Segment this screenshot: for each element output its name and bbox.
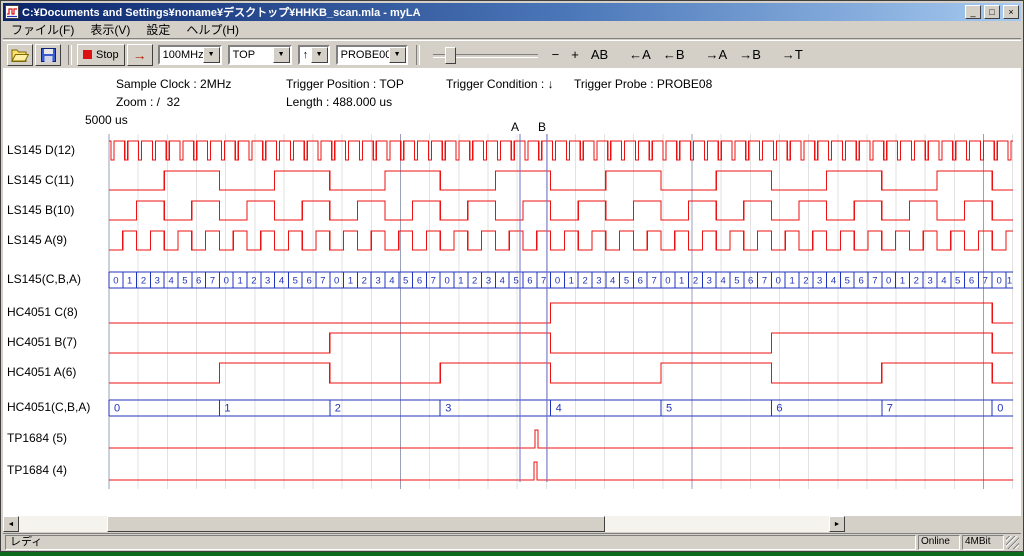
chevron-down-icon[interactable]: ▼: [273, 47, 290, 63]
resize-grip[interactable]: [1006, 536, 1019, 549]
maximize-button[interactable]: □: [984, 5, 1000, 19]
stop-label: Stop: [96, 49, 119, 61]
stop-button[interactable]: Stop: [77, 44, 125, 66]
app-window: C:¥Documents and Settings¥noname¥デスクトップ¥…: [0, 0, 1024, 552]
scrollbar-row: ◄ ►: [3, 516, 1021, 533]
menu-help[interactable]: ヘルプ(H): [178, 20, 247, 39]
jump-right-b-button[interactable]: →B: [734, 44, 766, 66]
floppy-icon: [41, 48, 56, 62]
trigger-edge-value: ↑: [300, 49, 311, 61]
chevron-down-icon[interactable]: ▼: [389, 47, 406, 63]
scroll-left-icon[interactable]: ◄: [3, 516, 19, 532]
probe-select[interactable]: PROBE00 ▼: [336, 45, 408, 65]
slider-thumb[interactable]: [445, 47, 456, 64]
status-online: Online: [918, 535, 960, 550]
open-folder-icon: [11, 48, 29, 62]
menu-settings[interactable]: 設定: [138, 20, 178, 39]
waveform-area: [3, 68, 1021, 516]
scrollbar-thumb[interactable]: [107, 516, 605, 532]
menu-file[interactable]: ファイル(F): [3, 20, 82, 39]
window-title: C:¥Documents and Settings¥noname¥デスクトップ¥…: [22, 4, 962, 20]
trigger-edge-select[interactable]: ↑ ▼: [298, 45, 330, 65]
horizontal-scrollbar[interactable]: ◄ ►: [3, 516, 845, 532]
trigger-position-select[interactable]: TOP ▼: [228, 45, 292, 65]
menu-bar: ファイル(F) 表示(V) 設定 ヘルプ(H): [3, 21, 1021, 39]
zoom-in-button[interactable]: +: [566, 44, 584, 66]
toolbar-separator: [68, 45, 72, 65]
ab-button[interactable]: AB: [586, 44, 613, 66]
status-bar: レディ Online 4MBit: [3, 533, 1021, 550]
chevron-down-icon[interactable]: ▼: [311, 47, 328, 63]
save-button[interactable]: [35, 44, 61, 66]
zoom-slider[interactable]: [433, 44, 538, 66]
open-button[interactable]: [7, 44, 33, 66]
title-bar[interactable]: C:¥Documents and Settings¥noname¥デスクトップ¥…: [3, 3, 1021, 21]
run-button[interactable]: →: [127, 44, 153, 66]
jump-trigger-button[interactable]: →T: [777, 44, 808, 66]
app-icon: [5, 5, 19, 19]
toolbar: Stop → 100MHz ▼ TOP ▼ ↑ ▼ PROBE00 ▼ − + …: [3, 40, 1021, 68]
chevron-down-icon[interactable]: ▼: [203, 47, 220, 63]
minimize-button[interactable]: _: [965, 5, 981, 19]
toolbar-separator: [416, 45, 420, 65]
status-memory: 4MBit: [962, 535, 1004, 550]
jump-left-b-button[interactable]: ←B: [658, 44, 690, 66]
jump-left-a-button[interactable]: ←A: [624, 44, 656, 66]
probe-value: PROBE00: [338, 49, 389, 61]
jump-right-a-button[interactable]: →A: [701, 44, 733, 66]
scroll-right-icon[interactable]: ►: [829, 516, 845, 532]
zoom-out-button[interactable]: −: [547, 44, 565, 66]
menu-view[interactable]: 表示(V): [82, 20, 138, 39]
close-button[interactable]: ×: [1003, 5, 1019, 19]
run-arrow-icon: →: [133, 48, 147, 62]
stop-icon: [83, 50, 92, 59]
sample-rate-value: 100MHz: [160, 49, 203, 61]
sample-rate-select[interactable]: 100MHz ▼: [158, 45, 222, 65]
trigger-position-value: TOP: [230, 49, 273, 61]
status-text: レディ: [5, 535, 916, 550]
